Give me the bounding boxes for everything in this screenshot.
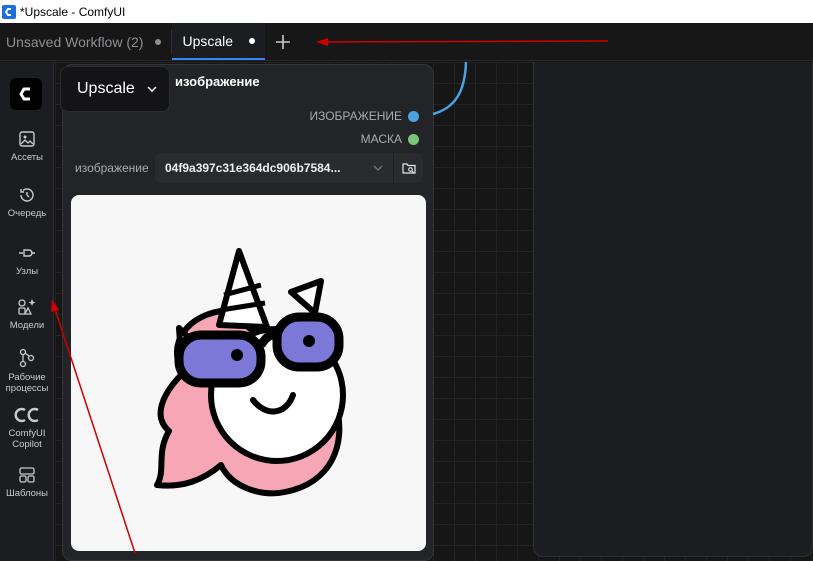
- workflow-menu-button[interactable]: Upscale: [60, 66, 170, 112]
- output-image[interactable]: ИЗОБРАЖЕНИЕ: [309, 109, 419, 123]
- sidebar-item-queue[interactable]: Очередь: [0, 186, 54, 219]
- output-socket-icon[interactable]: [408, 110, 419, 122]
- sidebar-item-label: Очередь: [7, 208, 47, 219]
- templates-icon: [19, 467, 35, 483]
- sidebar-item-label: Шаблоны: [5, 488, 48, 499]
- history-icon: [20, 188, 34, 202]
- tab-label: Upscale: [182, 32, 234, 49]
- plug-icon: [19, 249, 35, 257]
- chevron-down-icon: [373, 165, 383, 171]
- window-titlebar: *Upscale - ComfyUI: [0, 0, 813, 23]
- image-select-value: 04f9a397c31e364dc906b7584...: [165, 161, 341, 175]
- output-mask[interactable]: МАСКА: [361, 132, 419, 146]
- sidebar-item-label: Модели: [9, 320, 45, 331]
- image-widget: изображение 04f9a397c31e364dc906b7584...: [71, 153, 423, 183]
- browse-image-button[interactable]: [393, 153, 423, 183]
- image-preview: [71, 195, 426, 551]
- unsaved-dot-icon: [155, 38, 162, 45]
- models-icon: [18, 299, 36, 315]
- unicorn-image: [154, 248, 346, 497]
- comfyui-logo-icon: [2, 4, 16, 19]
- tab-bar: Unsaved Workflow (2) Upscale: [0, 23, 813, 61]
- unsaved-dot-icon: [249, 37, 256, 44]
- sidebar-item-workflows[interactable]: Рабочие процессы: [0, 348, 54, 394]
- sidebar-item-label: ComfyUI Copilot: [8, 428, 46, 450]
- image-icon: [19, 131, 35, 147]
- tab-upscale[interactable]: Upscale: [172, 23, 266, 60]
- chevron-down-icon: [147, 86, 157, 92]
- output-label: МАСКА: [360, 132, 402, 146]
- workflow-icon: [19, 348, 35, 368]
- plus-icon: [276, 34, 291, 49]
- tab-label: Unsaved Workflow (2): [6, 33, 144, 50]
- folder-search-icon: [401, 162, 416, 174]
- sidebar: Ассеты Очередь Узлы Модели Рабочие проце…: [0, 62, 54, 561]
- add-tab-button[interactable]: [265, 23, 301, 60]
- right-panel: [533, 62, 813, 557]
- output-label: ИЗОБРАЖЕНИЕ: [309, 109, 402, 123]
- node-title: изображение: [175, 74, 260, 89]
- workflow-menu-label: Upscale: [77, 80, 135, 97]
- sidebar-item-label: Ассеты: [11, 152, 43, 163]
- tab-unsaved-workflow[interactable]: Unsaved Workflow (2): [0, 23, 171, 60]
- sidebar-item-copilot[interactable]: ComfyUI Copilot: [0, 406, 54, 450]
- sidebar-item-models[interactable]: Модели: [0, 298, 54, 331]
- output-socket-icon[interactable]: [408, 133, 419, 145]
- sidebar-item-label: Узлы: [15, 266, 39, 277]
- load-image-node[interactable]: изображение ИЗОБРАЖЕНИЕ МАСКА изображени…: [62, 64, 434, 561]
- sidebar-item-templates[interactable]: Шаблоны: [0, 466, 54, 499]
- image-select[interactable]: 04f9a397c31e364dc906b7584...: [155, 153, 393, 183]
- sidebar-item-label: Рабочие процессы: [5, 372, 49, 394]
- widget-label: изображение: [75, 161, 149, 175]
- sidebar-item-nodes[interactable]: Узлы: [0, 244, 54, 277]
- window-title: *Upscale - ComfyUI: [20, 4, 126, 19]
- comfyui-logo-icon: [19, 87, 30, 101]
- sidebar-item-assets[interactable]: Ассеты: [0, 130, 54, 163]
- copilot-icon: [14, 407, 39, 423]
- comfyui-home-button[interactable]: [10, 78, 42, 110]
